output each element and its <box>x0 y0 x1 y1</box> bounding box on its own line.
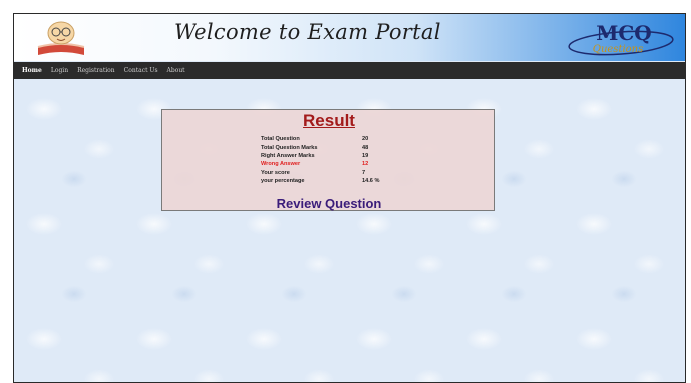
nav-contact-link[interactable]: Contact Us <box>124 67 158 74</box>
result-panel: Result Total Question 20 Total Question … <box>161 109 495 211</box>
main-nav: Home Login Registration Contact Us About <box>14 62 685 79</box>
svg-text:MCQ: MCQ <box>596 21 651 45</box>
mcq-questions-logo: MCQ Questions <box>568 21 674 56</box>
result-row-right-marks: Right Answer Marks 19 <box>261 152 461 160</box>
result-heading: Result <box>303 111 355 130</box>
nav-about-link[interactable]: About <box>167 67 185 74</box>
svg-text:Questions: Questions <box>593 44 644 55</box>
result-row-value: 48 <box>362 144 369 151</box>
result-row-label: your percentage <box>261 178 305 185</box>
result-row-label: Total Question <box>261 136 300 143</box>
result-row-value: 12 <box>362 161 369 168</box>
result-row-score: Your score 7 <box>261 169 461 177</box>
site-header: Welcome to Exam Portal MCQ Questions <box>14 14 685 61</box>
result-row-label: Total Question Marks <box>261 144 318 151</box>
nav-home-link[interactable]: Home <box>22 67 42 74</box>
site-title: Welcome to Exam Portal <box>174 20 441 44</box>
result-row-label: Your score <box>261 169 290 176</box>
result-row-value: 20 <box>362 136 369 143</box>
result-row-value: 19 <box>362 152 369 159</box>
result-row-total-marks: Total Question Marks 48 <box>261 143 461 151</box>
review-question-link[interactable]: Review Question <box>162 196 496 212</box>
page-frame: Welcome to Exam Portal MCQ Questions Hom… <box>13 13 686 383</box>
result-row-total-question: Total Question 20 <box>261 135 461 143</box>
result-row-value: 14.6 % <box>362 178 380 185</box>
result-row-label: Right Answer Marks <box>261 152 315 159</box>
main-content: Result Total Question 20 Total Question … <box>14 79 685 382</box>
result-row-percentage: your percentage 14.6 % <box>261 177 461 185</box>
result-row-label: Wrong Answer <box>261 161 301 168</box>
nav-login-link[interactable]: Login <box>51 67 68 74</box>
result-row-wrong-answer: Wrong Answer 12 <box>261 160 461 168</box>
nav-registration-link[interactable]: Registration <box>77 67 115 74</box>
result-table: Total Question 20 Total Question Marks 4… <box>261 135 461 185</box>
cartoon-logo-icon <box>37 21 85 55</box>
result-row-value: 7 <box>362 169 366 176</box>
